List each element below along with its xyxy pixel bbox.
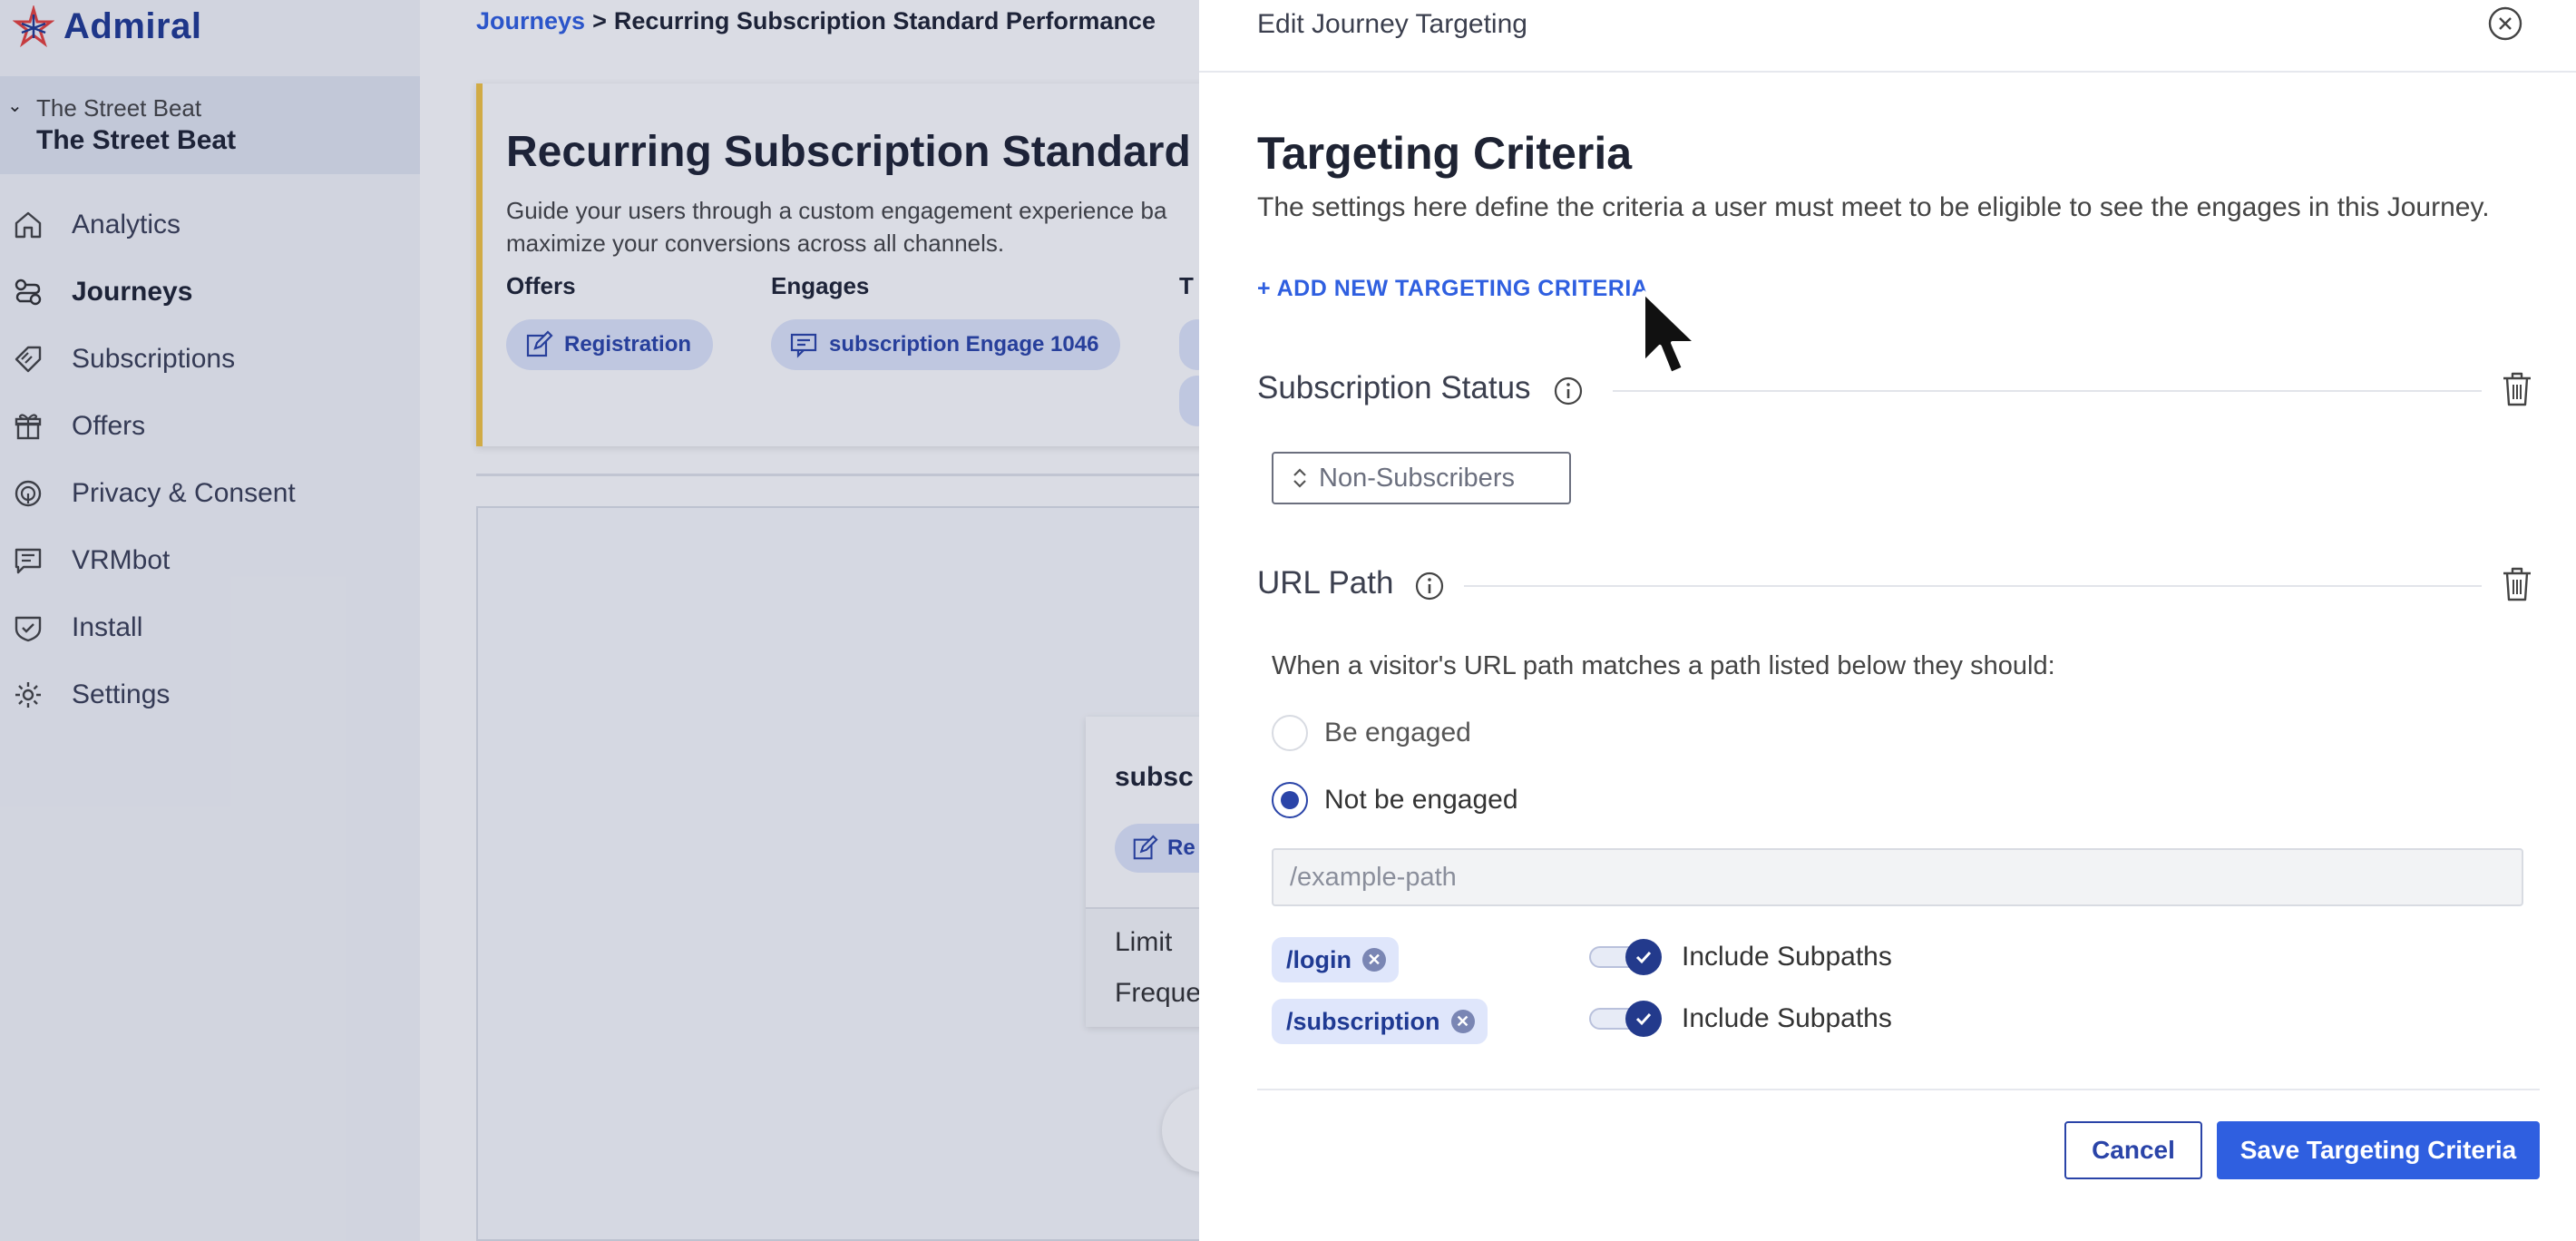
select-value: Non-Subscribers bbox=[1319, 463, 1515, 493]
sort-arrows-icon bbox=[1293, 468, 1306, 488]
radio-button-checked[interactable] bbox=[1272, 782, 1308, 818]
cancel-button[interactable]: Cancel bbox=[2064, 1121, 2202, 1179]
include-subpaths-toggle[interactable] bbox=[1589, 1001, 1664, 1037]
toggle-knob bbox=[1625, 1001, 1662, 1037]
include-subpaths-toggle-row: Include Subpaths bbox=[1589, 934, 1892, 980]
criteria-label: Subscription Status bbox=[1257, 370, 1531, 406]
add-targeting-criteria-link[interactable]: + ADD NEW TARGETING CRITERIA bbox=[1257, 276, 1648, 302]
close-icon[interactable] bbox=[2487, 5, 2523, 42]
trash-icon[interactable] bbox=[2500, 370, 2534, 408]
radio-label: Be engaged bbox=[1324, 718, 1471, 748]
checkmark-icon bbox=[1635, 1012, 1652, 1026]
trash-icon[interactable] bbox=[2500, 565, 2534, 603]
edit-targeting-drawer: Edit Journey Targeting Targeting Criteri… bbox=[1199, 0, 2576, 1241]
drawer-title: Edit Journey Targeting bbox=[1257, 9, 1527, 39]
path-tag: /subscription ✕ bbox=[1272, 999, 1488, 1044]
url-path-input[interactable] bbox=[1272, 848, 2523, 906]
remove-tag-icon[interactable]: ✕ bbox=[1450, 1010, 1475, 1033]
save-targeting-criteria-button[interactable]: Save Targeting Criteria bbox=[2217, 1121, 2540, 1179]
subscription-status-select[interactable]: Non-Subscribers bbox=[1272, 452, 1571, 504]
info-icon[interactable] bbox=[1414, 571, 1445, 601]
toggle-label: Include Subpaths bbox=[1682, 1003, 1892, 1033]
criteria-divider bbox=[1464, 585, 2482, 587]
remove-tag-icon[interactable]: ✕ bbox=[1361, 948, 1386, 972]
section-description: The settings here define the criteria a … bbox=[1257, 192, 2490, 222]
section-title: Targeting Criteria bbox=[1257, 128, 1633, 179]
radio-label: Not be engaged bbox=[1324, 785, 1518, 815]
include-subpaths-toggle-row: Include Subpaths bbox=[1589, 996, 1892, 1041]
radio-be-engaged[interactable]: Be engaged bbox=[1272, 713, 1471, 753]
criteria-label: URL Path bbox=[1257, 565, 1394, 601]
footer-divider bbox=[1257, 1089, 2540, 1090]
mouse-cursor-icon bbox=[1642, 290, 1698, 376]
criteria-header-subscription-status: Subscription Status bbox=[1257, 366, 2540, 412]
include-subpaths-toggle[interactable] bbox=[1589, 939, 1664, 975]
criteria-divider bbox=[1613, 390, 2482, 392]
toggle-label: Include Subpaths bbox=[1682, 942, 1892, 972]
checkmark-icon bbox=[1635, 951, 1652, 964]
path-tag-label: /subscription bbox=[1286, 1007, 1440, 1035]
path-tag-label: /login bbox=[1286, 945, 1351, 973]
radio-button[interactable] bbox=[1272, 715, 1308, 751]
radio-not-be-engaged[interactable]: Not be engaged bbox=[1272, 780, 1518, 820]
toggle-knob bbox=[1625, 939, 1662, 975]
modal-backdrop[interactable] bbox=[0, 0, 1199, 1241]
url-path-prompt: When a visitor's URL path matches a path… bbox=[1272, 651, 2055, 680]
info-icon[interactable] bbox=[1553, 376, 1584, 406]
criteria-header-url-path: URL Path bbox=[1257, 562, 2540, 607]
drawer-header: Edit Journey Targeting bbox=[1199, 0, 2576, 73]
path-tag: /login ✕ bbox=[1272, 937, 1399, 982]
